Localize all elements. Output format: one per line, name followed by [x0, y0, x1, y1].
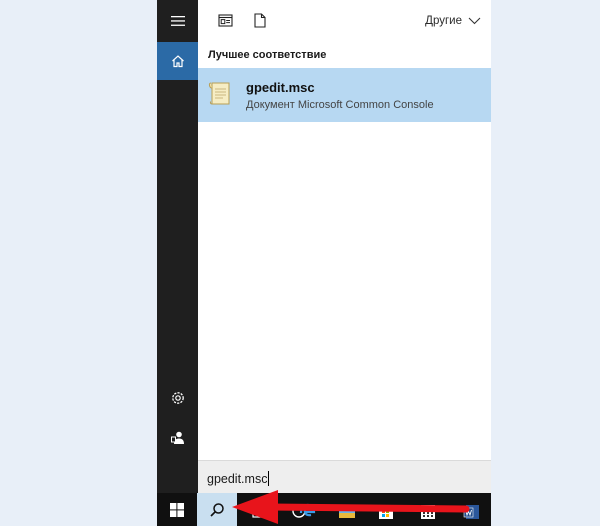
edge-browser-icon	[299, 503, 316, 517]
search-input-text: gpedit.msc	[207, 472, 268, 486]
search-icon	[210, 502, 224, 517]
start-rail	[157, 0, 198, 493]
task-view-icon	[252, 506, 268, 518]
hamburger-menu-icon	[170, 16, 185, 26]
search-box[interactable]: gpedit.msc	[198, 460, 491, 494]
settings-button[interactable]	[157, 379, 198, 417]
other-filters-dropdown[interactable]: Другие	[425, 12, 481, 30]
other-filters-label: Другие	[425, 15, 462, 27]
msc-file-icon	[208, 82, 230, 105]
desktop-background-right	[491, 0, 600, 526]
search-input[interactable]: gpedit.msc	[207, 471, 270, 486]
word-button[interactable]	[463, 501, 481, 521]
file-explorer-button[interactable]	[338, 501, 356, 521]
home-icon	[171, 55, 184, 68]
user-account-button[interactable]	[157, 419, 198, 457]
edge-button[interactable]	[298, 501, 316, 521]
best-match-heading: Лучшее соответствие	[208, 49, 327, 61]
apps-filter-button[interactable]	[216, 11, 234, 29]
hamburger-menu-button[interactable]	[157, 2, 198, 40]
text-caret	[268, 471, 270, 486]
settings-icon	[171, 392, 184, 404]
chevron-down-icon	[468, 17, 481, 25]
best-match-result[interactable]: gpedit.msc Документ Microsoft Common Con…	[198, 68, 491, 122]
store-bag-icon	[379, 507, 393, 519]
start-button[interactable]	[157, 493, 197, 526]
result-subtitle: Документ Microsoft Common Console	[246, 99, 434, 111]
windows-logo-icon	[170, 502, 184, 517]
taskbar-search-button[interactable]	[197, 493, 237, 526]
home-button[interactable]	[157, 42, 198, 80]
word-icon	[463, 505, 479, 519]
apps-window-icon	[217, 13, 233, 27]
folder-icon	[339, 507, 355, 518]
user-icon	[170, 431, 184, 444]
store-button[interactable]	[377, 501, 395, 521]
search-results-panel: Другие Лучшее соответствие gpedit.msc До…	[198, 0, 491, 493]
calculator-icon	[421, 505, 435, 519]
calculator-button[interactable]	[419, 501, 437, 521]
taskbar	[157, 493, 491, 526]
document-icon	[254, 12, 266, 28]
documents-filter-button[interactable]	[251, 11, 269, 29]
task-view-button[interactable]	[251, 501, 269, 521]
panel-toolbar: Другие	[198, 0, 491, 40]
result-name: gpedit.msc	[246, 80, 315, 95]
desktop-background-left	[0, 0, 157, 526]
